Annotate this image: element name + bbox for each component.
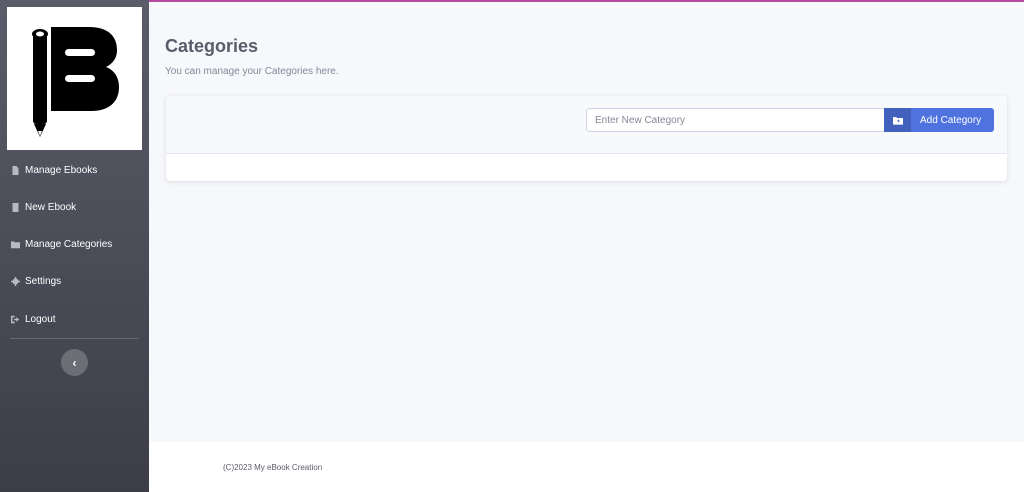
file-icon	[10, 165, 21, 176]
page-subtitle: You can manage your Categories here.	[165, 66, 339, 77]
sidebar-item-label: Manage Categories	[25, 238, 113, 250]
sign-out-icon	[10, 314, 21, 325]
sidebar-divider	[10, 338, 139, 339]
sidebar-item-manage-ebooks[interactable]: Manage Ebooks	[0, 152, 149, 188]
sidebar-item-label: New Ebook	[25, 201, 77, 213]
copyright-text: (C)2023 My eBook Creation	[223, 463, 323, 472]
add-category-button[interactable]: Add Category	[884, 108, 994, 132]
footer: (C)2023 My eBook Creation	[149, 442, 1024, 492]
category-card: Add Category	[166, 96, 1007, 181]
folder-icon	[10, 239, 21, 250]
add-category-label: Add Category	[920, 114, 982, 126]
page-title: Categories	[165, 36, 259, 56]
sidebar-item-new-ebook[interactable]: New Ebook	[0, 189, 149, 225]
sidebar-item-label: Logout	[25, 313, 56, 325]
sidebar-item-label: Manage Ebooks	[25, 164, 98, 176]
card-header: Add Category	[166, 96, 1007, 154]
main-content: Categories You can manage your Categorie…	[149, 0, 1024, 442]
sidebar-toggle-button[interactable]: ‹	[61, 349, 88, 376]
book-icon	[10, 202, 21, 213]
new-category-input[interactable]	[586, 108, 884, 132]
sidebar-item-settings[interactable]: Settings	[0, 263, 149, 299]
sidebar-item-logout[interactable]: Logout	[0, 301, 149, 337]
sidebar: Manage Ebooks New Ebook Manage Categorie…	[0, 0, 149, 492]
sidebar-item-manage-categories[interactable]: Manage Categories	[0, 226, 149, 262]
folder-plus-icon	[884, 108, 911, 132]
gear-icon	[10, 276, 21, 287]
sidebar-item-label: Settings	[25, 275, 62, 287]
book-pencil-logo-icon	[32, 27, 119, 137]
brand-logo[interactable]	[7, 7, 142, 150]
chevron-left-icon: ‹	[72, 355, 77, 370]
